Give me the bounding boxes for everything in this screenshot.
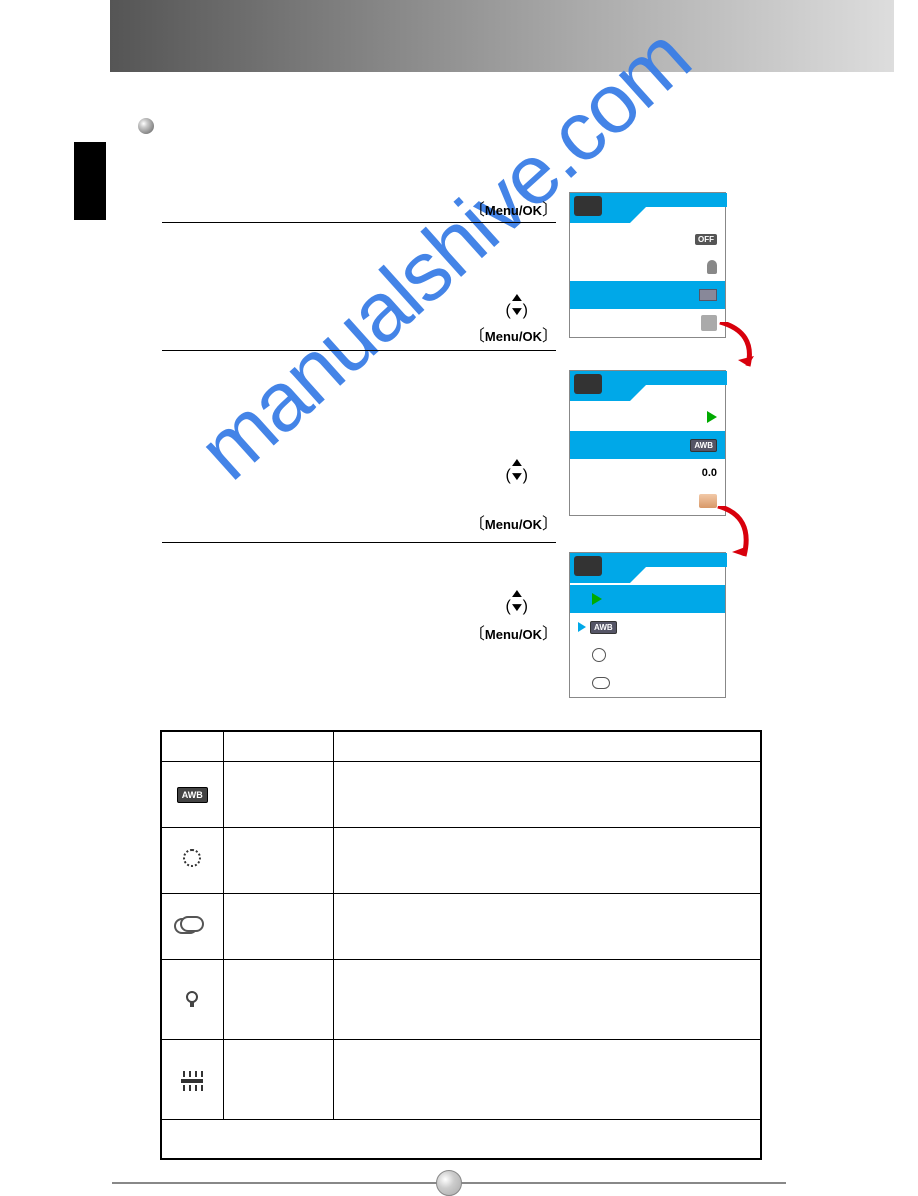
table-row-cloudy: [161, 893, 761, 959]
cell-desc-fluorescent: [333, 1039, 761, 1119]
table-row-fluorescent: [161, 1039, 761, 1119]
menu-row-sun: [570, 641, 725, 669]
microphone-icon: [707, 260, 717, 274]
step-4-arrows: (▲▼): [162, 586, 568, 616]
menu-row-ev: 0.0: [570, 459, 725, 487]
fluorescent-icon: [181, 1079, 203, 1083]
ev-value: 0.0: [702, 467, 717, 479]
cell-name-daylight: [223, 827, 333, 893]
sun-icon: [592, 648, 606, 662]
footer-page-circle: [436, 1170, 462, 1196]
step-3-arrows: (▲▼): [162, 455, 568, 485]
menu-row-go: [570, 403, 725, 431]
divider-1: [162, 222, 556, 223]
menu-screen-2: AWB 0.0: [569, 370, 726, 516]
menu-row-cloud: [570, 669, 725, 697]
awb-badge: AWB: [590, 621, 617, 634]
awb-badge: AWB: [690, 439, 717, 452]
cloud-icon: [592, 677, 610, 689]
paren-close: 〕: [542, 202, 558, 219]
layers-icon: [699, 289, 717, 301]
cell-icon-cloudy: [161, 893, 223, 959]
table-row-note: [161, 1119, 761, 1159]
off-badge: OFF: [695, 234, 717, 245]
header-gradient: [110, 0, 894, 72]
cell-desc-awb: [333, 761, 761, 827]
white-balance-table: AWB: [160, 730, 762, 1160]
tab-header: [570, 371, 727, 401]
table-row-tungsten: [161, 959, 761, 1039]
table-row-awb: AWB: [161, 761, 761, 827]
menu-row-go-hl: [570, 585, 725, 613]
menuok-label: Menu/OK: [485, 203, 542, 218]
cell-desc-tungsten: [333, 959, 761, 1039]
enter-arrow-icon: [592, 593, 602, 605]
step-2-arrows: (▲▼): [162, 290, 568, 320]
section-bullet: [138, 118, 154, 134]
camera-icon: [574, 556, 602, 576]
cell-note: [161, 1119, 761, 1159]
menu-row-off: OFF: [570, 225, 725, 253]
menu-row-mic: [570, 253, 725, 281]
menu-screen-1: OFF: [569, 192, 726, 338]
cell-name-fluorescent: [223, 1039, 333, 1119]
table-row-daylight: [161, 827, 761, 893]
cell-icon-fluorescent: [161, 1039, 223, 1119]
menu-row-highlighted: [570, 281, 725, 309]
step-1: 〔Menu/OK〕: [162, 196, 568, 220]
awb-icon: AWB: [177, 787, 208, 803]
tab-header: [570, 193, 727, 223]
menuok-label: Menu/OK: [485, 627, 542, 642]
menu-screen-3: AWB: [569, 552, 726, 698]
menu-row-awb-hl: AWB: [570, 431, 725, 459]
th-desc: [333, 731, 761, 761]
th-icon: [161, 731, 223, 761]
cell-name-tungsten: [223, 959, 333, 1039]
tab-header: [570, 553, 727, 583]
bulb-icon: [186, 991, 198, 1003]
paren-open: 〔: [469, 202, 485, 219]
cell-desc-daylight: [333, 827, 761, 893]
step-3: 〔Menu/OK〕: [162, 510, 568, 534]
enter-arrow-icon: [707, 411, 717, 423]
step-4: 〔Menu/OK〕: [162, 620, 568, 644]
divider-3: [162, 542, 556, 543]
side-tab: [74, 142, 106, 220]
camera-icon: [574, 196, 602, 216]
selector-arrow-icon: [578, 622, 586, 632]
sun-icon: [183, 849, 201, 867]
menuok-label: Menu/OK: [485, 329, 542, 344]
cell-icon-daylight: [161, 827, 223, 893]
cell-desc-cloudy: [333, 893, 761, 959]
menu-row-awb-sel: AWB: [570, 613, 725, 641]
updown-icon: ▲▼: [508, 455, 525, 483]
cell-name-cloudy: [223, 893, 333, 959]
step-2: 〔Menu/OK〕: [162, 322, 568, 346]
cell-name-awb: [223, 761, 333, 827]
cloud-icon: [180, 916, 204, 932]
menuok-label: Menu/OK: [485, 517, 542, 532]
updown-icon: ▲▼: [508, 290, 525, 318]
updown-icon: ▲▼: [508, 586, 525, 614]
camera-icon: [574, 374, 602, 394]
th-name: [223, 731, 333, 761]
divider-2: [162, 350, 556, 351]
cell-icon-awb: AWB: [161, 761, 223, 827]
table-header-row: [161, 731, 761, 761]
cell-icon-tungsten: [161, 959, 223, 1039]
